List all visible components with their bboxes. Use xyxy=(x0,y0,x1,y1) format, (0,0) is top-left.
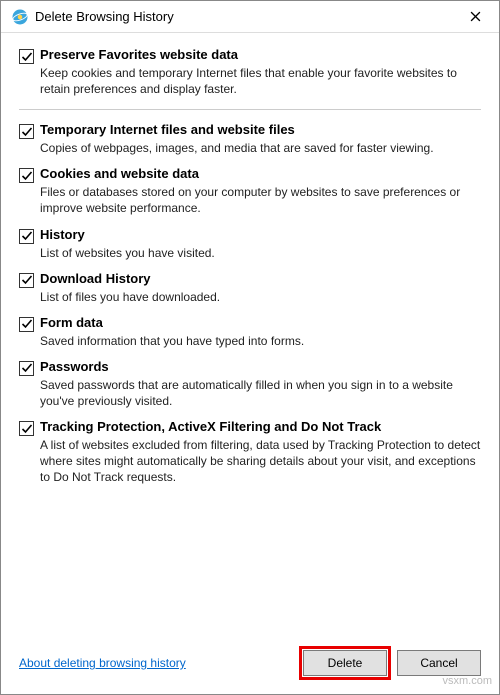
checkbox-history[interactable] xyxy=(19,229,34,244)
app-icon xyxy=(11,8,29,26)
dialog-content: Preserve Favorites website dataKeep cook… xyxy=(1,33,499,642)
option-download-history: Download HistoryList of files you have d… xyxy=(19,271,481,305)
checkbox-form-data[interactable] xyxy=(19,317,34,332)
close-button[interactable] xyxy=(455,2,495,32)
option-body: HistoryList of websites you have visited… xyxy=(40,227,481,261)
option-desc: A list of websites excluded from filteri… xyxy=(40,437,481,486)
option-label: Download History xyxy=(40,271,481,288)
option-form-data: Form dataSaved information that you have… xyxy=(19,315,481,349)
dialog-window: Delete Browsing History Preserve Favorit… xyxy=(0,0,500,695)
checkbox-preserve-favorites[interactable] xyxy=(19,49,34,64)
option-history: HistoryList of websites you have visited… xyxy=(19,227,481,261)
option-cookies: Cookies and website dataFiles or databas… xyxy=(19,166,481,216)
option-temp-files: Temporary Internet files and website fil… xyxy=(19,122,481,156)
option-passwords: PasswordsSaved passwords that are automa… xyxy=(19,359,481,409)
dialog-footer: About deleting browsing history Delete C… xyxy=(1,642,499,694)
checkbox-cookies[interactable] xyxy=(19,168,34,183)
checkbox-tracking-protection[interactable] xyxy=(19,421,34,436)
option-preserve-favorites: Preserve Favorites website dataKeep cook… xyxy=(19,47,481,110)
option-body: Form dataSaved information that you have… xyxy=(40,315,481,349)
option-body: Temporary Internet files and website fil… xyxy=(40,122,481,156)
option-desc: Saved passwords that are automatically f… xyxy=(40,377,481,409)
option-body: PasswordsSaved passwords that are automa… xyxy=(40,359,481,409)
option-desc: List of files you have downloaded. xyxy=(40,289,481,305)
checkbox-temp-files[interactable] xyxy=(19,124,34,139)
option-tracking-protection: Tracking Protection, ActiveX Filtering a… xyxy=(19,419,481,485)
checkbox-passwords[interactable] xyxy=(19,361,34,376)
option-label: Cookies and website data xyxy=(40,166,481,183)
option-body: Tracking Protection, ActiveX Filtering a… xyxy=(40,419,481,485)
option-desc: Keep cookies and temporary Internet file… xyxy=(40,65,481,97)
option-label: Preserve Favorites website data xyxy=(40,47,481,64)
option-label: History xyxy=(40,227,481,244)
option-body: Cookies and website dataFiles or databas… xyxy=(40,166,481,216)
option-desc: Copies of webpages, images, and media th… xyxy=(40,140,481,156)
titlebar: Delete Browsing History xyxy=(1,1,499,33)
option-body: Preserve Favorites website dataKeep cook… xyxy=(40,47,481,97)
close-icon xyxy=(470,11,481,22)
option-body: Download HistoryList of files you have d… xyxy=(40,271,481,305)
option-desc: Files or databases stored on your comput… xyxy=(40,184,481,216)
window-title: Delete Browsing History xyxy=(35,9,455,24)
checkbox-download-history[interactable] xyxy=(19,273,34,288)
about-link[interactable]: About deleting browsing history xyxy=(19,656,293,670)
delete-button[interactable]: Delete xyxy=(303,650,387,676)
option-desc: Saved information that you have typed in… xyxy=(40,333,481,349)
option-label: Temporary Internet files and website fil… xyxy=(40,122,481,139)
option-label: Tracking Protection, ActiveX Filtering a… xyxy=(40,419,481,436)
option-label: Form data xyxy=(40,315,481,332)
option-label: Passwords xyxy=(40,359,481,376)
cancel-button[interactable]: Cancel xyxy=(397,650,481,676)
option-desc: List of websites you have visited. xyxy=(40,245,481,261)
